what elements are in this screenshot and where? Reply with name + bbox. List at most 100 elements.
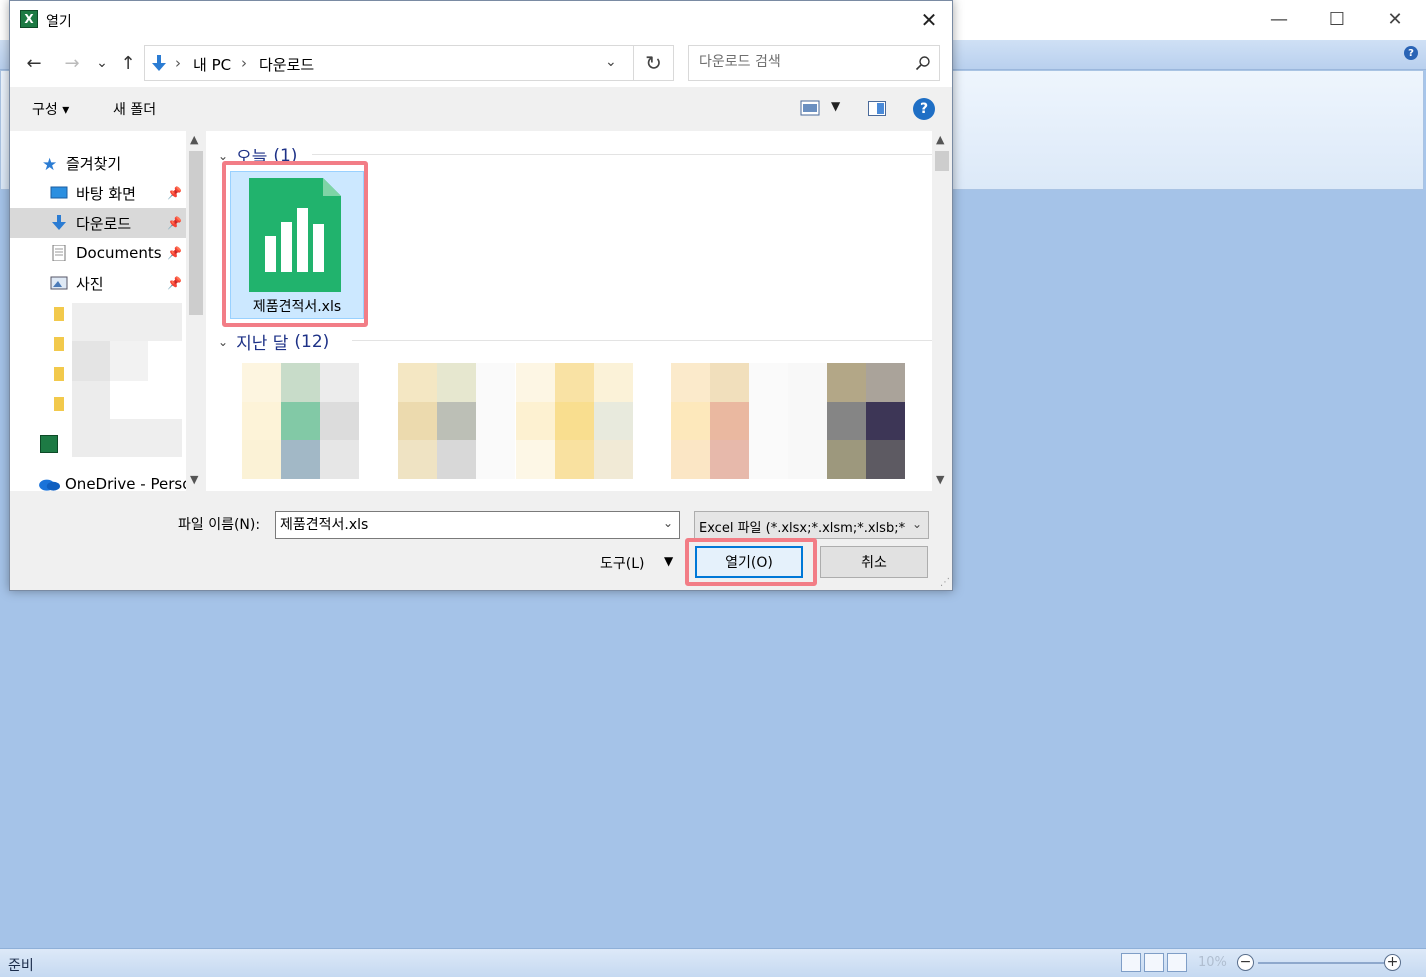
back-icon[interactable]: ← — [22, 51, 46, 75]
file-item-thumbnail[interactable] — [398, 363, 515, 479]
file-item-thumbnail[interactable] — [516, 363, 633, 479]
obscured-item — [110, 341, 148, 381]
zoom-slider[interactable] — [1258, 962, 1384, 964]
obscured-item — [72, 303, 182, 341]
nav-item-onedrive[interactable]: OneDrive - Persor — [10, 469, 198, 491]
chevron-down-icon: ⌄ — [218, 334, 229, 349]
navigation-bar: ← → ⌄ ↑ › 내 PC › 다운로드 ⌄ ↻ — [10, 39, 952, 87]
breadcrumb-this-pc[interactable]: 내 PC — [193, 54, 231, 75]
view-options-icon[interactable] — [800, 100, 820, 116]
close-icon[interactable]: ✕ — [1366, 0, 1424, 38]
page-break-view-icon[interactable] — [1167, 953, 1187, 972]
scroll-down-icon[interactable]: ▼ — [936, 473, 944, 486]
nav-item-label: Documents — [76, 244, 162, 262]
zoom-level[interactable]: 10% — [1198, 955, 1227, 970]
search-input[interactable] — [699, 54, 899, 70]
group-divider — [352, 340, 932, 341]
organize-button[interactable]: 구성 ▾ — [32, 99, 69, 119]
pin-icon[interactable]: 📌 — [167, 246, 182, 260]
nav-item-label: 바탕 화면 — [76, 184, 136, 203]
scroll-thumb[interactable] — [935, 151, 949, 171]
normal-view-icon[interactable] — [1121, 953, 1141, 972]
filename-combobox[interactable]: ⌄ — [275, 511, 680, 539]
scroll-up-icon[interactable]: ▲ — [190, 133, 198, 146]
help-icon[interactable]: ? — [913, 98, 935, 120]
search-icon[interactable] — [915, 55, 931, 71]
refresh-icon[interactable]: ↻ — [634, 45, 674, 81]
scroll-down-icon[interactable]: ▼ — [190, 473, 198, 486]
nav-pane-scrollbar[interactable]: ▲ ▼ — [186, 131, 206, 491]
pictures-icon — [50, 276, 68, 290]
pin-icon[interactable]: 📌 — [167, 216, 182, 230]
dialog-close-icon[interactable]: ✕ — [906, 1, 952, 39]
file-list-pane: ⌄ 오늘 (1) 제품견적서.xls ⌄ 지난 달 (12) ▲ ▼ — [206, 131, 952, 491]
forward-icon[interactable]: → — [60, 51, 84, 75]
group-divider — [312, 154, 932, 155]
tools-button[interactable]: 도구(L) — [600, 553, 644, 573]
nav-quick-access[interactable]: ★ 즐겨찾기 — [10, 148, 186, 178]
star-icon: ★ — [42, 155, 58, 175]
pin-icon[interactable]: 📌 — [167, 276, 182, 290]
file-list-scrollbar[interactable]: ▲ ▼ — [932, 131, 952, 491]
status-bar: 준비 10% − + — [0, 948, 1426, 977]
filetype-select[interactable]: Excel 파일 (*.xlsx;*.xlsm;*.xlsb;*.xlam;*.… — [694, 511, 929, 539]
zoom-out-icon[interactable]: − — [1237, 954, 1254, 971]
excel-app-icon: X — [20, 10, 38, 28]
nav-item-label: OneDrive - Persor — [65, 475, 198, 491]
zoom-in-icon[interactable]: + — [1384, 954, 1401, 971]
app-help-icon[interactable]: ? — [1404, 46, 1418, 60]
nav-item-label: 다운로드 — [76, 214, 132, 233]
scroll-up-icon[interactable]: ▲ — [936, 133, 944, 146]
recent-locations-icon[interactable]: ⌄ — [90, 51, 114, 75]
nav-item-label: 사진 — [76, 274, 104, 293]
folder-icon — [54, 397, 64, 411]
cancel-button[interactable]: 취소 — [820, 546, 928, 578]
minimize-icon[interactable]: — — [1250, 0, 1308, 38]
filename-input[interactable] — [280, 516, 650, 532]
filetype-value: Excel 파일 (*.xlsx;*.xlsm;*.xlsb;*.xlam;*.… — [699, 521, 905, 536]
address-dropdown-icon[interactable]: ⌄ — [605, 54, 617, 70]
onedrive-icon — [39, 479, 60, 491]
filetype-dropdown-icon[interactable]: ⌄ — [912, 517, 922, 531]
obscured-item — [110, 419, 182, 457]
resize-grip-icon[interactable]: ⋰ — [940, 577, 950, 588]
nav-item-pictures[interactable]: 사진 📌 — [10, 268, 186, 298]
nav-item-downloads[interactable]: 다운로드 📌 — [10, 208, 186, 238]
download-folder-icon — [152, 55, 166, 71]
dialog-titlebar: X 열기 ✕ — [10, 1, 952, 39]
nav-item-desktop[interactable]: 바탕 화면 📌 — [10, 178, 186, 208]
preview-pane-icon[interactable] — [868, 101, 886, 116]
file-item-thumbnail[interactable] — [242, 363, 359, 479]
obscured-item — [72, 381, 110, 457]
nav-item-documents[interactable]: Documents 📌 — [10, 238, 186, 268]
maximize-icon[interactable]: ☐ — [1308, 0, 1366, 38]
breadcrumb-separator-icon: › — [241, 54, 247, 72]
view-options-dropdown-icon[interactable]: ▼ — [831, 99, 840, 113]
pin-icon[interactable]: 📌 — [167, 186, 182, 200]
download-icon — [52, 215, 66, 230]
filename-label: 파일 이름(N): — [178, 517, 261, 533]
filename-dropdown-icon[interactable]: ⌄ — [663, 516, 673, 530]
folder-icon — [54, 307, 64, 321]
page-layout-view-icon[interactable] — [1144, 953, 1164, 972]
excel-file-icon — [40, 435, 58, 453]
navigation-pane: ★ 즐겨찾기 바탕 화면 📌 다운로드 📌 Documents 📌 사진 📌 O… — [10, 131, 206, 491]
address-bar[interactable]: › 내 PC › 다운로드 ⌄ — [144, 45, 634, 81]
up-icon[interactable]: ↑ — [116, 51, 140, 75]
tools-dropdown-icon[interactable]: ▼ — [664, 554, 673, 568]
file-item-thumbnail[interactable] — [671, 363, 788, 479]
highlight-outline — [222, 161, 368, 327]
documents-icon — [52, 245, 66, 261]
folder-icon — [54, 337, 64, 351]
breadcrumb-downloads[interactable]: 다운로드 — [259, 54, 314, 75]
file-item-thumbnail[interactable] — [788, 363, 905, 479]
group-name: 지난 달 — [236, 334, 289, 354]
search-box[interactable] — [688, 45, 940, 81]
group-header-last-month[interactable]: ⌄ 지난 달 (12) — [218, 329, 330, 355]
new-folder-button[interactable]: 새 폴더 — [113, 99, 156, 119]
breadcrumb-separator-icon: › — [175, 54, 181, 72]
open-file-dialog: X 열기 ✕ ← → ⌄ ↑ › 내 PC › 다운로드 ⌄ ↻ 다운로드 검색… — [9, 0, 953, 591]
scroll-thumb[interactable] — [189, 151, 203, 315]
highlight-outline — [685, 538, 817, 586]
group-count: (12) — [294, 331, 330, 352]
